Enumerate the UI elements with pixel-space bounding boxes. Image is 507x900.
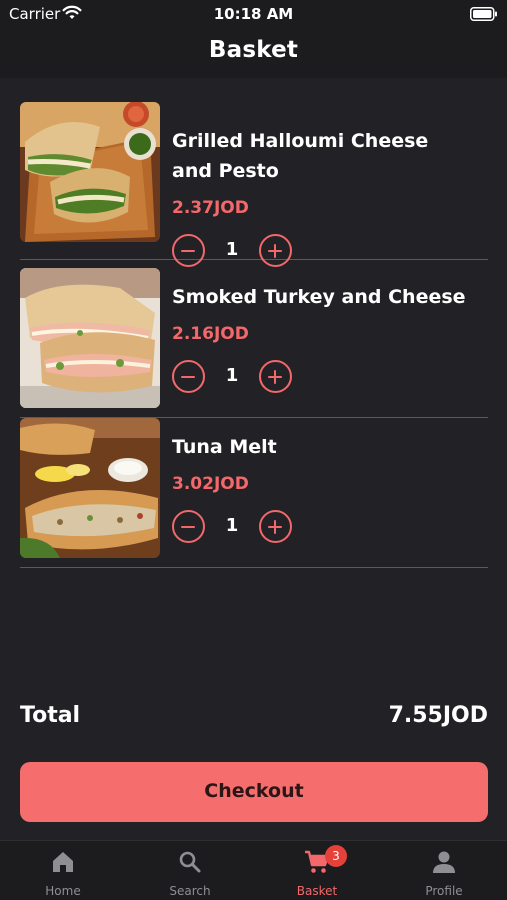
- item-name: Smoked Turkey and Cheese: [172, 286, 466, 308]
- quantity-value: 1: [225, 239, 239, 260]
- item-price: 2.37JOD: [172, 198, 249, 218]
- quantity-stepper: 1: [172, 510, 302, 544]
- minus-icon: [181, 525, 195, 528]
- tab-label: Search: [169, 884, 211, 898]
- decrease-quantity-button[interactable]: [172, 510, 205, 543]
- tab-label: Profile: [425, 884, 463, 898]
- item-price: 2.16JOD: [172, 324, 249, 344]
- tab-profile[interactable]: Profile: [381, 841, 507, 900]
- increase-quantity-button[interactable]: [259, 510, 292, 543]
- tab-label: Basket: [296, 884, 338, 898]
- quantity-stepper: 1: [172, 360, 302, 394]
- tuna-melt-photo: [20, 418, 160, 558]
- tab-basket[interactable]: 3 Basket: [254, 841, 380, 900]
- minus-icon: [181, 249, 195, 252]
- tab-bar: Home Search 3 Basket Profile: [0, 840, 507, 900]
- cart-count-badge: 3: [325, 845, 347, 867]
- halloumi-sandwich-photo: [20, 102, 160, 242]
- checkout-button[interactable]: Checkout: [20, 762, 488, 822]
- status-bar: Carrier 10:18 AM: [0, 0, 507, 28]
- item-name: Tuna Melt: [172, 436, 277, 458]
- increase-quantity-button[interactable]: [259, 234, 292, 267]
- basket-item: Grilled Halloumi Cheese and Pesto 2.37JO…: [20, 102, 488, 267]
- search-icon: [177, 849, 203, 875]
- tab-search[interactable]: Search: [127, 841, 253, 900]
- quantity-value: 1: [225, 365, 239, 386]
- total-value: 7.55JOD: [388, 703, 488, 728]
- battery-icon: [470, 7, 498, 25]
- basket-item: Tuna Melt 3.02JOD 1: [20, 418, 488, 568]
- decrease-quantity-button[interactable]: [172, 360, 205, 393]
- page-title: Basket: [208, 37, 299, 63]
- header: Basket: [0, 28, 507, 78]
- minus-icon: [181, 375, 195, 378]
- person-icon: [431, 849, 457, 875]
- total-row: Total 7.55JOD: [20, 703, 488, 737]
- status-time: 10:18 AM: [213, 5, 294, 23]
- turkey-sandwich-photo: [20, 268, 160, 408]
- item-price: 3.02JOD: [172, 474, 249, 494]
- basket-item: Smoked Turkey and Cheese 2.16JOD 1: [20, 268, 488, 418]
- home-icon: [50, 849, 76, 875]
- total-label: Total: [20, 703, 81, 728]
- tab-home[interactable]: Home: [0, 841, 126, 900]
- quantity-value: 1: [225, 515, 239, 536]
- decrease-quantity-button[interactable]: [172, 234, 205, 267]
- quantity-stepper: 1: [172, 234, 302, 268]
- tab-label: Home: [45, 884, 81, 898]
- item-name: Grilled Halloumi Cheese and Pesto: [172, 130, 429, 182]
- increase-quantity-button[interactable]: [259, 360, 292, 393]
- checkout-label: Checkout: [204, 780, 304, 802]
